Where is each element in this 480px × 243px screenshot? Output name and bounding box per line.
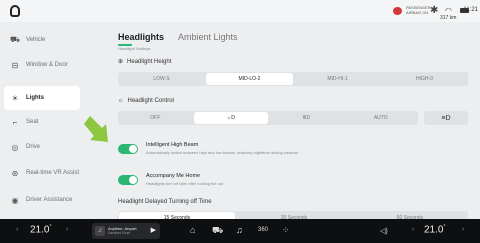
- headlight-control-selector: OFF ☼D ≣D AUTO: [118, 111, 418, 125]
- headlight-height-label: ⊕ Headlight Height: [118, 58, 172, 66]
- sidebar-item-label: Seat: [26, 118, 39, 125]
- main-panel: Headlights Ambient Lights Headlight Sett…: [112, 22, 468, 219]
- car-icon: ⛟: [9, 35, 21, 44]
- volume-icon[interactable]: ◁): [380, 227, 388, 235]
- car-icon[interactable]: ⛟: [212, 225, 223, 237]
- vr-icon: ⊛: [11, 168, 19, 178]
- airbag-status: PASSENGER AIRBAG ON: [406, 5, 431, 15]
- tab-bar: Headlights Ambient Lights: [118, 32, 238, 42]
- temp-right-value: 21.0: [424, 224, 444, 236]
- headlight-control-text: Headlight Control: [127, 98, 174, 104]
- home-icon[interactable]: ⌂: [190, 225, 195, 235]
- page-subtitle: Headlight Settings: [118, 46, 151, 51]
- sidebar-item-label: Lights: [26, 94, 44, 101]
- sidebar-item-window-door[interactable]: ⊟ Window & Door: [4, 53, 80, 77]
- sidebar-item-label: Drive: [26, 143, 41, 150]
- temp-right[interactable]: 21.0°: [424, 224, 445, 235]
- sidebar-item-label: Real-time VR Assist: [26, 169, 80, 176]
- delay-time-option[interactable]: 60 Seconds: [352, 211, 468, 219]
- bluetooth-icon: ✱: [430, 5, 439, 16]
- temp-left-unit: °: [49, 224, 52, 230]
- headlight-height-text: Headlight Height: [127, 58, 172, 65]
- accompany-me-home-title: Accompany Me Home: [146, 173, 201, 179]
- accompany-me-home-desc: Headlights turn off later after locking …: [146, 181, 224, 186]
- sidebar-item-vehicle[interactable]: ⛟ Vehicle: [4, 28, 80, 52]
- temp-right-decrease-icon[interactable]: ‹: [412, 226, 414, 233]
- headlight-control-option[interactable]: AUTO: [344, 111, 419, 125]
- lights-icon: ☀: [11, 93, 19, 103]
- headlight-control-option[interactable]: OFF: [118, 111, 193, 125]
- delay-time-option[interactable]: 30 Seconds: [236, 211, 352, 219]
- headlight-control-option[interactable]: ☼D: [193, 112, 268, 124]
- sidebar: ⛟ Vehicle ⊟ Window & Door ☀ Lights ⌐ Seat ◎ Drive…: [0, 22, 82, 219]
- music-note-icon[interactable]: ♫: [236, 225, 243, 235]
- brand-logo-icon: [10, 5, 20, 17]
- headlight-height-option[interactable]: LOW-S: [118, 72, 205, 86]
- fog-light-button[interactable]: ≡D: [424, 111, 468, 125]
- accompany-me-home-toggle[interactable]: [118, 175, 138, 185]
- apps-grid-icon[interactable]: ⁘: [282, 225, 290, 236]
- sidebar-item-seat[interactable]: ⌐ Seat: [4, 110, 80, 134]
- sidebar-item-label: Vehicle: [26, 36, 46, 43]
- airbag-icon: [393, 7, 402, 15]
- headlight-control-option[interactable]: ≣D: [269, 111, 344, 125]
- delay-time-text: Headlight Delayed Turning off Time: [118, 199, 212, 205]
- intelligent-high-beam-title: Intelligent High Beam: [146, 142, 199, 148]
- delay-time-selector: 15 Seconds 30 Seconds 60 Seconds: [118, 211, 468, 219]
- sidebar-item-drive[interactable]: ◎ Drive: [4, 135, 80, 159]
- wifi-icon: ◠: [445, 6, 452, 15]
- driver-assist-icon: ◉: [11, 195, 19, 205]
- delay-time-option[interactable]: 15 Seconds: [119, 212, 235, 219]
- temp-left-increase-icon[interactable]: ›: [66, 226, 68, 233]
- headlight-control-label: ☼ Headlight Control: [118, 98, 174, 104]
- bottom-dock: ‹ 21.0° › ♫ Anytime, Anywh Sarahed Kaze …: [0, 219, 480, 243]
- steering-wheel-icon: ◎: [11, 142, 19, 152]
- camera-360-icon[interactable]: 360: [258, 227, 268, 233]
- music-icon: ♫: [95, 226, 105, 236]
- sidebar-item-lights[interactable]: ☀ Lights: [4, 86, 80, 110]
- headlight-height-icon: ⊕: [118, 59, 124, 65]
- tab-headlights[interactable]: Headlights: [118, 32, 164, 42]
- media-player[interactable]: ♫ Anytime, Anywh Sarahed Kaze ▶: [92, 223, 160, 239]
- temp-right-unit: °: [443, 224, 446, 230]
- temp-left[interactable]: 21.0°: [30, 224, 51, 235]
- window-icon: ⊟: [11, 60, 19, 70]
- clock: 11:21: [463, 7, 478, 13]
- range-readout: 317 km: [440, 15, 457, 21]
- sidebar-item-driver-assistance[interactable]: ◉ Driver Assistance: [4, 188, 80, 212]
- airbag-line2: AIRBAG ON: [406, 10, 429, 15]
- tab-ambient-lights[interactable]: Ambient Lights: [178, 32, 238, 42]
- headlight-height-option[interactable]: HIGH-0: [381, 72, 468, 86]
- headlight-control-icon: ☼: [118, 98, 124, 104]
- sidebar-item-label: Driver Assistance: [26, 196, 73, 203]
- status-bar: PASSENGER AIRBAG ON ✱ ◠ 317 km 11:21: [0, 0, 480, 22]
- sidebar-item-label: Window & Door: [26, 61, 68, 68]
- sidebar-item-real-time-vr-assist[interactable]: ⊛ Real-time VR Assist: [4, 161, 80, 185]
- play-icon[interactable]: ▶: [151, 226, 156, 234]
- headlight-height-option[interactable]: MID-HI-1: [294, 72, 381, 86]
- seat-icon: ⌐: [12, 117, 18, 127]
- temp-left-value: 21.0: [30, 224, 50, 236]
- pointer-arrow-icon: [84, 116, 108, 142]
- intelligent-high-beam-desc: Automatically switch between high and lo…: [146, 150, 299, 155]
- headlight-height-selector: LOW-S MID-LO-2 MID-HI-1 HIGH-0: [118, 72, 468, 86]
- temp-right-increase-icon[interactable]: ›: [462, 226, 464, 233]
- headlight-height-option[interactable]: MID-LO-2: [206, 73, 293, 85]
- media-artist: Sarahed Kaze: [108, 231, 131, 235]
- temp-left-decrease-icon[interactable]: ‹: [16, 226, 18, 233]
- delay-time-label: Headlight Delayed Turning off Time: [118, 199, 212, 205]
